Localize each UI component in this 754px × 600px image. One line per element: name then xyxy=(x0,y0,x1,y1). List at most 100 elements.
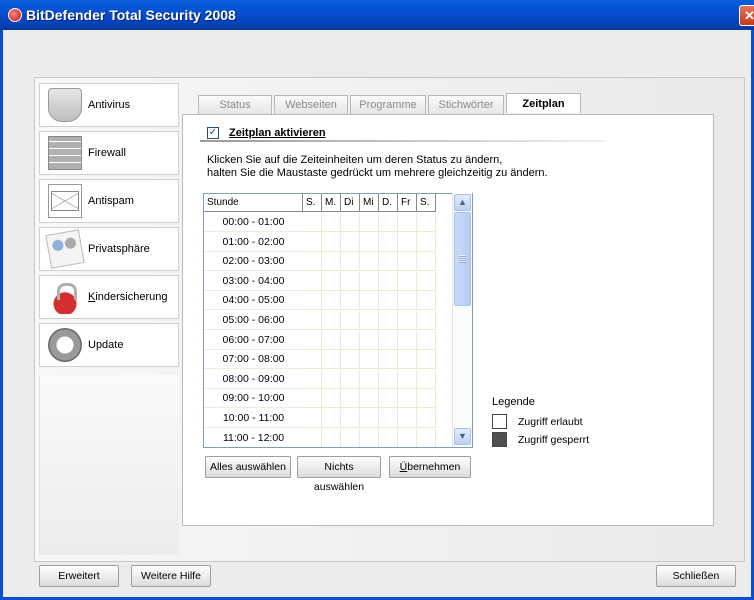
schedule-cell[interactable] xyxy=(341,389,360,409)
sidebar-item-parental-control[interactable]: Kindersicherung xyxy=(39,275,179,319)
schedule-cell[interactable] xyxy=(322,291,341,311)
schedule-cell[interactable] xyxy=(417,428,436,447)
close-window-button[interactable]: ✕ xyxy=(739,5,754,26)
schedule-cell[interactable] xyxy=(322,350,341,370)
schedule-cell[interactable] xyxy=(379,271,398,291)
tab-status[interactable]: Status xyxy=(198,95,272,114)
schedule-grid[interactable]: Stunde S. M. Di Mi D. Fr S. 00:00 - 01:0… xyxy=(203,193,473,448)
schedule-cell[interactable] xyxy=(360,311,379,330)
schedule-cell[interactable] xyxy=(379,213,398,232)
schedule-cell[interactable] xyxy=(398,232,417,252)
schedule-cell[interactable] xyxy=(379,311,398,330)
schedule-cell[interactable] xyxy=(417,213,436,232)
enable-schedule-checkbox[interactable]: ✓ xyxy=(207,127,219,139)
schedule-cell[interactable] xyxy=(379,350,398,370)
select-none-button[interactable]: Nichts auswählen xyxy=(297,456,381,493)
sidebar-item-update[interactable]: Update xyxy=(39,323,179,367)
schedule-cell[interactable] xyxy=(398,428,417,447)
schedule-cell[interactable] xyxy=(360,409,379,428)
schedule-cell[interactable] xyxy=(341,369,360,389)
scroll-down-button[interactable]: ▼ xyxy=(454,428,471,445)
schedule-cell[interactable] xyxy=(398,252,417,272)
schedule-cell[interactable] xyxy=(379,409,398,428)
schedule-cell[interactable] xyxy=(303,409,322,428)
enable-schedule-label[interactable]: Zeitplan aktivieren xyxy=(229,127,326,139)
schedule-cell[interactable] xyxy=(360,389,379,409)
schedule-cell[interactable] xyxy=(303,213,322,232)
schedule-cell[interactable] xyxy=(398,369,417,389)
schedule-cell[interactable] xyxy=(341,252,360,272)
schedule-cell[interactable] xyxy=(303,311,322,330)
select-all-button[interactable]: Alles auswählen xyxy=(205,456,291,478)
schedule-cell[interactable] xyxy=(303,428,322,447)
title-bar[interactable]: BitDefender Total Security 2008 ✕ xyxy=(0,0,754,30)
schedule-cell[interactable] xyxy=(341,291,360,311)
schedule-cell[interactable] xyxy=(360,213,379,232)
schedule-cell[interactable] xyxy=(417,271,436,291)
schedule-cell[interactable] xyxy=(322,428,341,447)
schedule-cell[interactable] xyxy=(398,389,417,409)
schedule-cell[interactable] xyxy=(322,330,341,350)
sidebar-item-antivirus[interactable]: Antivirus xyxy=(39,83,179,127)
schedule-cell[interactable] xyxy=(398,213,417,232)
schedule-cell[interactable] xyxy=(303,330,322,350)
schedule-cell[interactable] xyxy=(303,389,322,409)
schedule-cell[interactable] xyxy=(360,428,379,447)
schedule-cell[interactable] xyxy=(303,369,322,389)
schedule-cell[interactable] xyxy=(417,252,436,272)
schedule-cell[interactable] xyxy=(322,232,341,252)
schedule-cell[interactable] xyxy=(360,232,379,252)
schedule-cell[interactable] xyxy=(379,369,398,389)
schedule-cell[interactable] xyxy=(341,330,360,350)
sidebar-item-firewall[interactable]: Firewall xyxy=(39,131,179,175)
schedule-cell[interactable] xyxy=(322,389,341,409)
schedule-cell[interactable] xyxy=(322,252,341,272)
schedule-cell[interactable] xyxy=(379,389,398,409)
schedule-cell[interactable] xyxy=(417,330,436,350)
advanced-button[interactable]: Erweitert xyxy=(39,565,119,587)
schedule-cell[interactable] xyxy=(398,409,417,428)
scroll-up-button[interactable]: ▲ xyxy=(454,194,471,211)
schedule-cell[interactable] xyxy=(398,330,417,350)
schedule-cell[interactable] xyxy=(322,409,341,428)
schedule-cell[interactable] xyxy=(360,271,379,291)
schedule-cell[interactable] xyxy=(417,311,436,330)
schedule-cell[interactable] xyxy=(341,311,360,330)
schedule-cell[interactable] xyxy=(398,271,417,291)
schedule-cell[interactable] xyxy=(303,291,322,311)
more-help-button[interactable]: Weitere Hilfe xyxy=(131,565,211,587)
schedule-cell[interactable] xyxy=(360,291,379,311)
close-button[interactable]: Schließen xyxy=(656,565,736,587)
tab-keywords[interactable]: Stichwörter xyxy=(428,95,504,114)
schedule-cell[interactable] xyxy=(341,350,360,370)
tab-schedule[interactable]: Zeitplan xyxy=(506,93,581,113)
schedule-cell[interactable] xyxy=(417,409,436,428)
schedule-cell[interactable] xyxy=(322,369,341,389)
schedule-cell[interactable] xyxy=(341,213,360,232)
schedule-cell[interactable] xyxy=(379,330,398,350)
schedule-cell[interactable] xyxy=(379,291,398,311)
schedule-cell[interactable] xyxy=(303,350,322,370)
schedule-cell[interactable] xyxy=(322,213,341,232)
tab-programs[interactable]: Programme xyxy=(350,95,426,114)
schedule-cell[interactable] xyxy=(360,330,379,350)
schedule-cell[interactable] xyxy=(379,232,398,252)
schedule-cell[interactable] xyxy=(360,369,379,389)
schedule-cell[interactable] xyxy=(341,409,360,428)
schedule-cell[interactable] xyxy=(341,271,360,291)
schedule-scrollbar[interactable]: ▲ ▼ xyxy=(452,193,472,447)
schedule-cell[interactable] xyxy=(417,369,436,389)
schedule-cell[interactable] xyxy=(379,252,398,272)
sidebar-item-privacy[interactable]: Privatsphäre xyxy=(39,227,179,271)
schedule-cell[interactable] xyxy=(417,389,436,409)
schedule-cell[interactable] xyxy=(303,271,322,291)
schedule-cell[interactable] xyxy=(417,291,436,311)
sidebar-item-antispam[interactable]: Antispam xyxy=(39,179,179,223)
schedule-cell[interactable] xyxy=(417,232,436,252)
schedule-cell[interactable] xyxy=(360,350,379,370)
schedule-cell[interactable] xyxy=(398,311,417,330)
schedule-cell[interactable] xyxy=(322,271,341,291)
apply-button[interactable]: Übernehmen xyxy=(389,456,471,478)
schedule-cell[interactable] xyxy=(322,311,341,330)
tab-websites[interactable]: Webseiten xyxy=(274,95,348,114)
